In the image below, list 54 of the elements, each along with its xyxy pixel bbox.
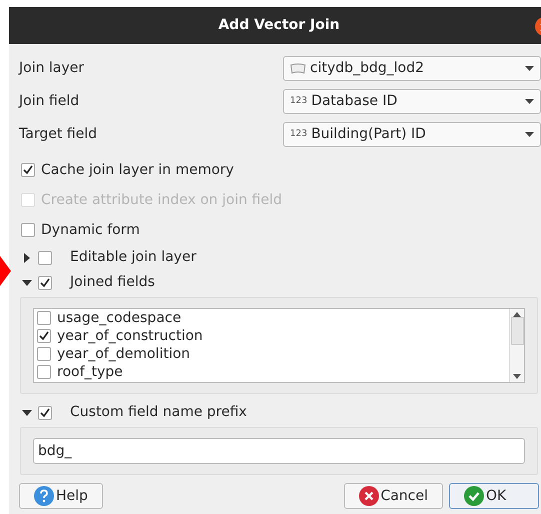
help-icon xyxy=(34,486,54,506)
checkbox[interactable] xyxy=(37,347,51,361)
checkbox-label: Cache join layer in memory xyxy=(41,160,234,180)
checkbox[interactable] xyxy=(21,223,35,237)
caret-icon xyxy=(525,99,534,104)
section-label: Editable join layer xyxy=(70,248,196,267)
list-item-label: usage_codespace xyxy=(57,311,182,325)
dropdown-value: Building(Part) ID xyxy=(311,125,426,144)
check-icon xyxy=(37,329,51,343)
dialog-button[interactable]: Cancel xyxy=(344,483,443,509)
caret-icon xyxy=(525,66,534,71)
check-icon xyxy=(21,163,35,177)
dropdown[interactable]: 123 Database ID xyxy=(283,89,541,114)
dialog-button[interactable]: OK xyxy=(449,483,539,509)
prefix-input[interactable]: bdg_ xyxy=(33,438,525,464)
collapse-arrow-icon[interactable] xyxy=(22,278,32,288)
checkbox[interactable] xyxy=(38,406,52,420)
dropdown[interactable]: citydb_bdg_lod2 xyxy=(283,56,541,81)
arrow-icon xyxy=(0,256,11,286)
field-type-label: 123 xyxy=(290,94,308,108)
scroll-down-icon[interactable] xyxy=(513,374,521,379)
dialog-button[interactable]: Help xyxy=(19,483,103,509)
checkbox-label: Dynamic form xyxy=(41,220,140,240)
expand-arrow-icon[interactable] xyxy=(22,252,32,262)
dropdown-value: citydb_bdg_lod2 xyxy=(310,59,424,78)
field-list[interactable]: usage_codespace year_of_construction year_of_demolition roof_type xyxy=(33,308,525,383)
scrollbar[interactable] xyxy=(509,309,524,382)
check-icon xyxy=(38,276,52,290)
dropdown-value: Database ID xyxy=(311,92,398,111)
list-item-label: roof_type xyxy=(57,365,123,379)
dropdown[interactable]: 123 Building(Part) ID xyxy=(283,122,541,147)
checkbox-label: Create attribute index on join field xyxy=(41,190,282,210)
check-icon xyxy=(38,406,52,420)
polygon-layer-icon xyxy=(290,62,306,74)
checkbox[interactable] xyxy=(37,311,51,325)
checkbox[interactable] xyxy=(38,250,52,264)
checkbox[interactable] xyxy=(37,365,51,379)
section-label: Custom field name prefix xyxy=(70,403,247,422)
cancel-icon xyxy=(358,486,379,506)
field-type-label: 123 xyxy=(290,128,308,141)
field-label: Join field xyxy=(19,92,80,111)
field-label: Target field xyxy=(19,125,98,144)
checkbox[interactable] xyxy=(21,163,35,177)
checkbox[interactable] xyxy=(37,329,51,343)
scrollbar-thumb[interactable] xyxy=(510,317,524,345)
section-label: Joined fields xyxy=(70,273,155,292)
window-title: Add Vector Join xyxy=(218,16,340,35)
list-item-label: year_of_demolition xyxy=(57,347,190,361)
checkbox[interactable] xyxy=(38,276,52,290)
checkmark-icon xyxy=(464,486,484,506)
collapse-arrow-icon[interactable] xyxy=(22,408,32,418)
list-item-label: year_of_construction xyxy=(57,329,203,343)
field-label: Join layer xyxy=(19,59,86,78)
caret-icon xyxy=(525,132,534,137)
